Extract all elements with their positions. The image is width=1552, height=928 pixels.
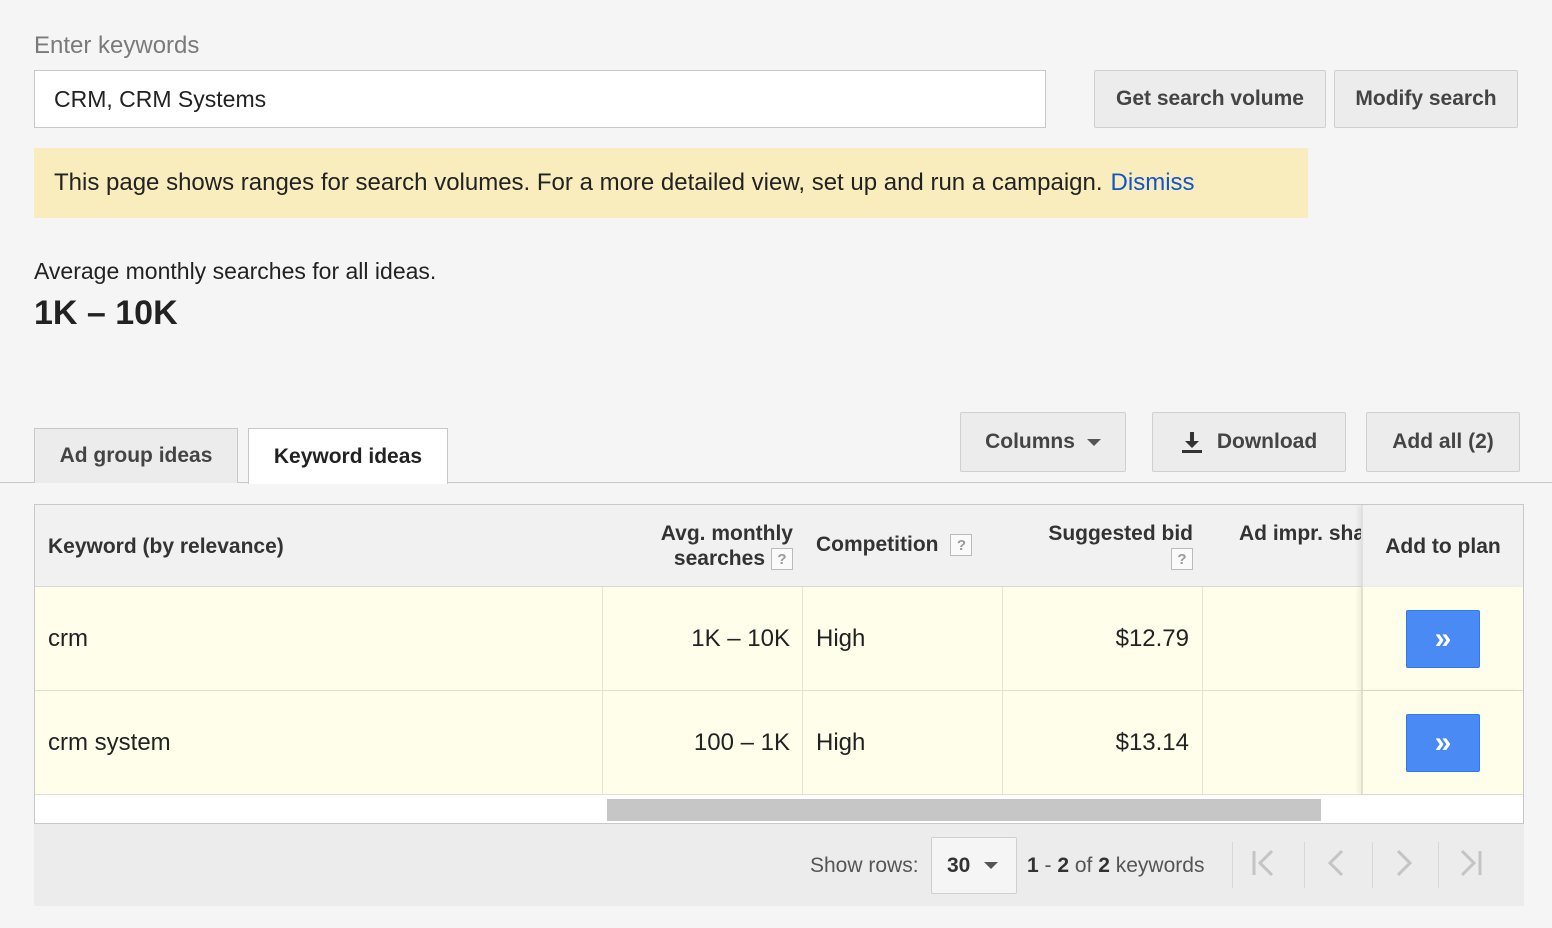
help-icon[interactable]: ? [950, 534, 973, 557]
table-row: crm 1K – 10K High $12.79 » [35, 587, 1523, 691]
cell-avg-searches: 100 – 1K [603, 691, 803, 794]
header-add-label: Add to plan [1385, 534, 1501, 558]
avg-searches-value: 1K – 10K [34, 294, 178, 332]
rows-value: 30 [947, 853, 971, 877]
cell-suggested-bid: $12.79 [1003, 587, 1203, 690]
download-button[interactable]: Download [1152, 412, 1346, 472]
cell-avg-searches: 1K – 10K [603, 587, 803, 690]
next-page-icon [1392, 847, 1416, 884]
pagination-range: 1 - 2 of 2 keywords [1027, 854, 1205, 877]
notice-text: This page shows ranges for search volume… [54, 169, 1103, 196]
get-search-volume-button[interactable]: Get search volume [1094, 70, 1326, 128]
header-keyword[interactable]: Keyword (by relevance) [48, 534, 284, 559]
horizontal-scrollbar[interactable] [607, 799, 1321, 821]
rows-per-page-select[interactable]: 30 [931, 837, 1017, 894]
avg-searches-label: Average monthly searches for all ideas. [34, 258, 437, 284]
next-page-button[interactable] [1372, 842, 1434, 888]
chevron-down-icon [984, 862, 999, 869]
help-icon[interactable]: ? [771, 548, 793, 571]
add-to-plan-button[interactable]: » [1406, 609, 1480, 668]
cell-add-to-plan: » [1361, 691, 1523, 794]
ranges-notice: This page shows ranges for search volume… [34, 148, 1308, 218]
first-page-icon [1248, 847, 1280, 884]
cell-ad-impr-share [1203, 691, 1361, 794]
keywords-label: Enter keywords [34, 32, 200, 59]
show-rows-label: Show rows: [810, 854, 919, 877]
columns-button[interactable]: Columns [960, 412, 1126, 472]
dismiss-link[interactable]: Dismiss [1111, 169, 1195, 197]
cell-competition: High [803, 587, 1003, 690]
last-page-button[interactable] [1438, 842, 1500, 888]
table-footer: Show rows: 30 1 - 2 of 2 keywords [34, 824, 1524, 906]
header-avg-searches[interactable]: Avg. monthly searches? [635, 521, 793, 571]
first-page-button[interactable] [1232, 842, 1294, 888]
header-competition[interactable]: Competition? [816, 532, 973, 557]
columns-label: Columns [985, 430, 1075, 453]
header-add-to-plan: Add to plan [1361, 505, 1523, 587]
last-page-icon [1454, 847, 1486, 884]
cell-ad-impr-share [1203, 587, 1361, 690]
header-avg-line1: Avg. monthly [660, 522, 793, 545]
cell-competition: High [803, 691, 1003, 794]
help-icon[interactable]: ? [1171, 548, 1193, 571]
cell-keyword: crm system [35, 691, 603, 794]
header-avg-line2: searches? [635, 546, 793, 571]
download-label: Download [1216, 430, 1318, 453]
chevron-down-icon [1086, 438, 1101, 446]
header-ad-impr-share[interactable]: Ad impr. sha [1239, 521, 1361, 546]
table-row: crm system 100 – 1K High $13.14 » [35, 691, 1523, 795]
header-bid-label: Suggested bid [1048, 522, 1193, 545]
tab-ad-group-ideas[interactable]: Ad group ideas [34, 428, 238, 483]
add-all-button[interactable]: Add all (2) [1366, 412, 1520, 472]
modify-search-button[interactable]: Modify search [1334, 70, 1518, 128]
prev-page-button[interactable] [1304, 842, 1366, 888]
download-icon [1181, 430, 1203, 454]
cell-suggested-bid: $13.14 [1003, 691, 1203, 794]
cell-add-to-plan: » [1361, 587, 1523, 690]
header-competition-label: Competition [816, 533, 939, 556]
tab-keyword-ideas[interactable]: Keyword ideas [248, 428, 448, 484]
keyword-table: Keyword (by relevance) Avg. monthly sear… [34, 504, 1524, 824]
add-to-plan-button[interactable]: » [1406, 713, 1480, 772]
cell-keyword: crm [35, 587, 603, 690]
prev-page-icon [1324, 847, 1348, 884]
header-suggested-bid[interactable]: Suggested bid ? [1025, 521, 1193, 571]
keywords-input[interactable] [34, 70, 1046, 128]
table-header: Keyword (by relevance) Avg. monthly sear… [35, 505, 1523, 587]
